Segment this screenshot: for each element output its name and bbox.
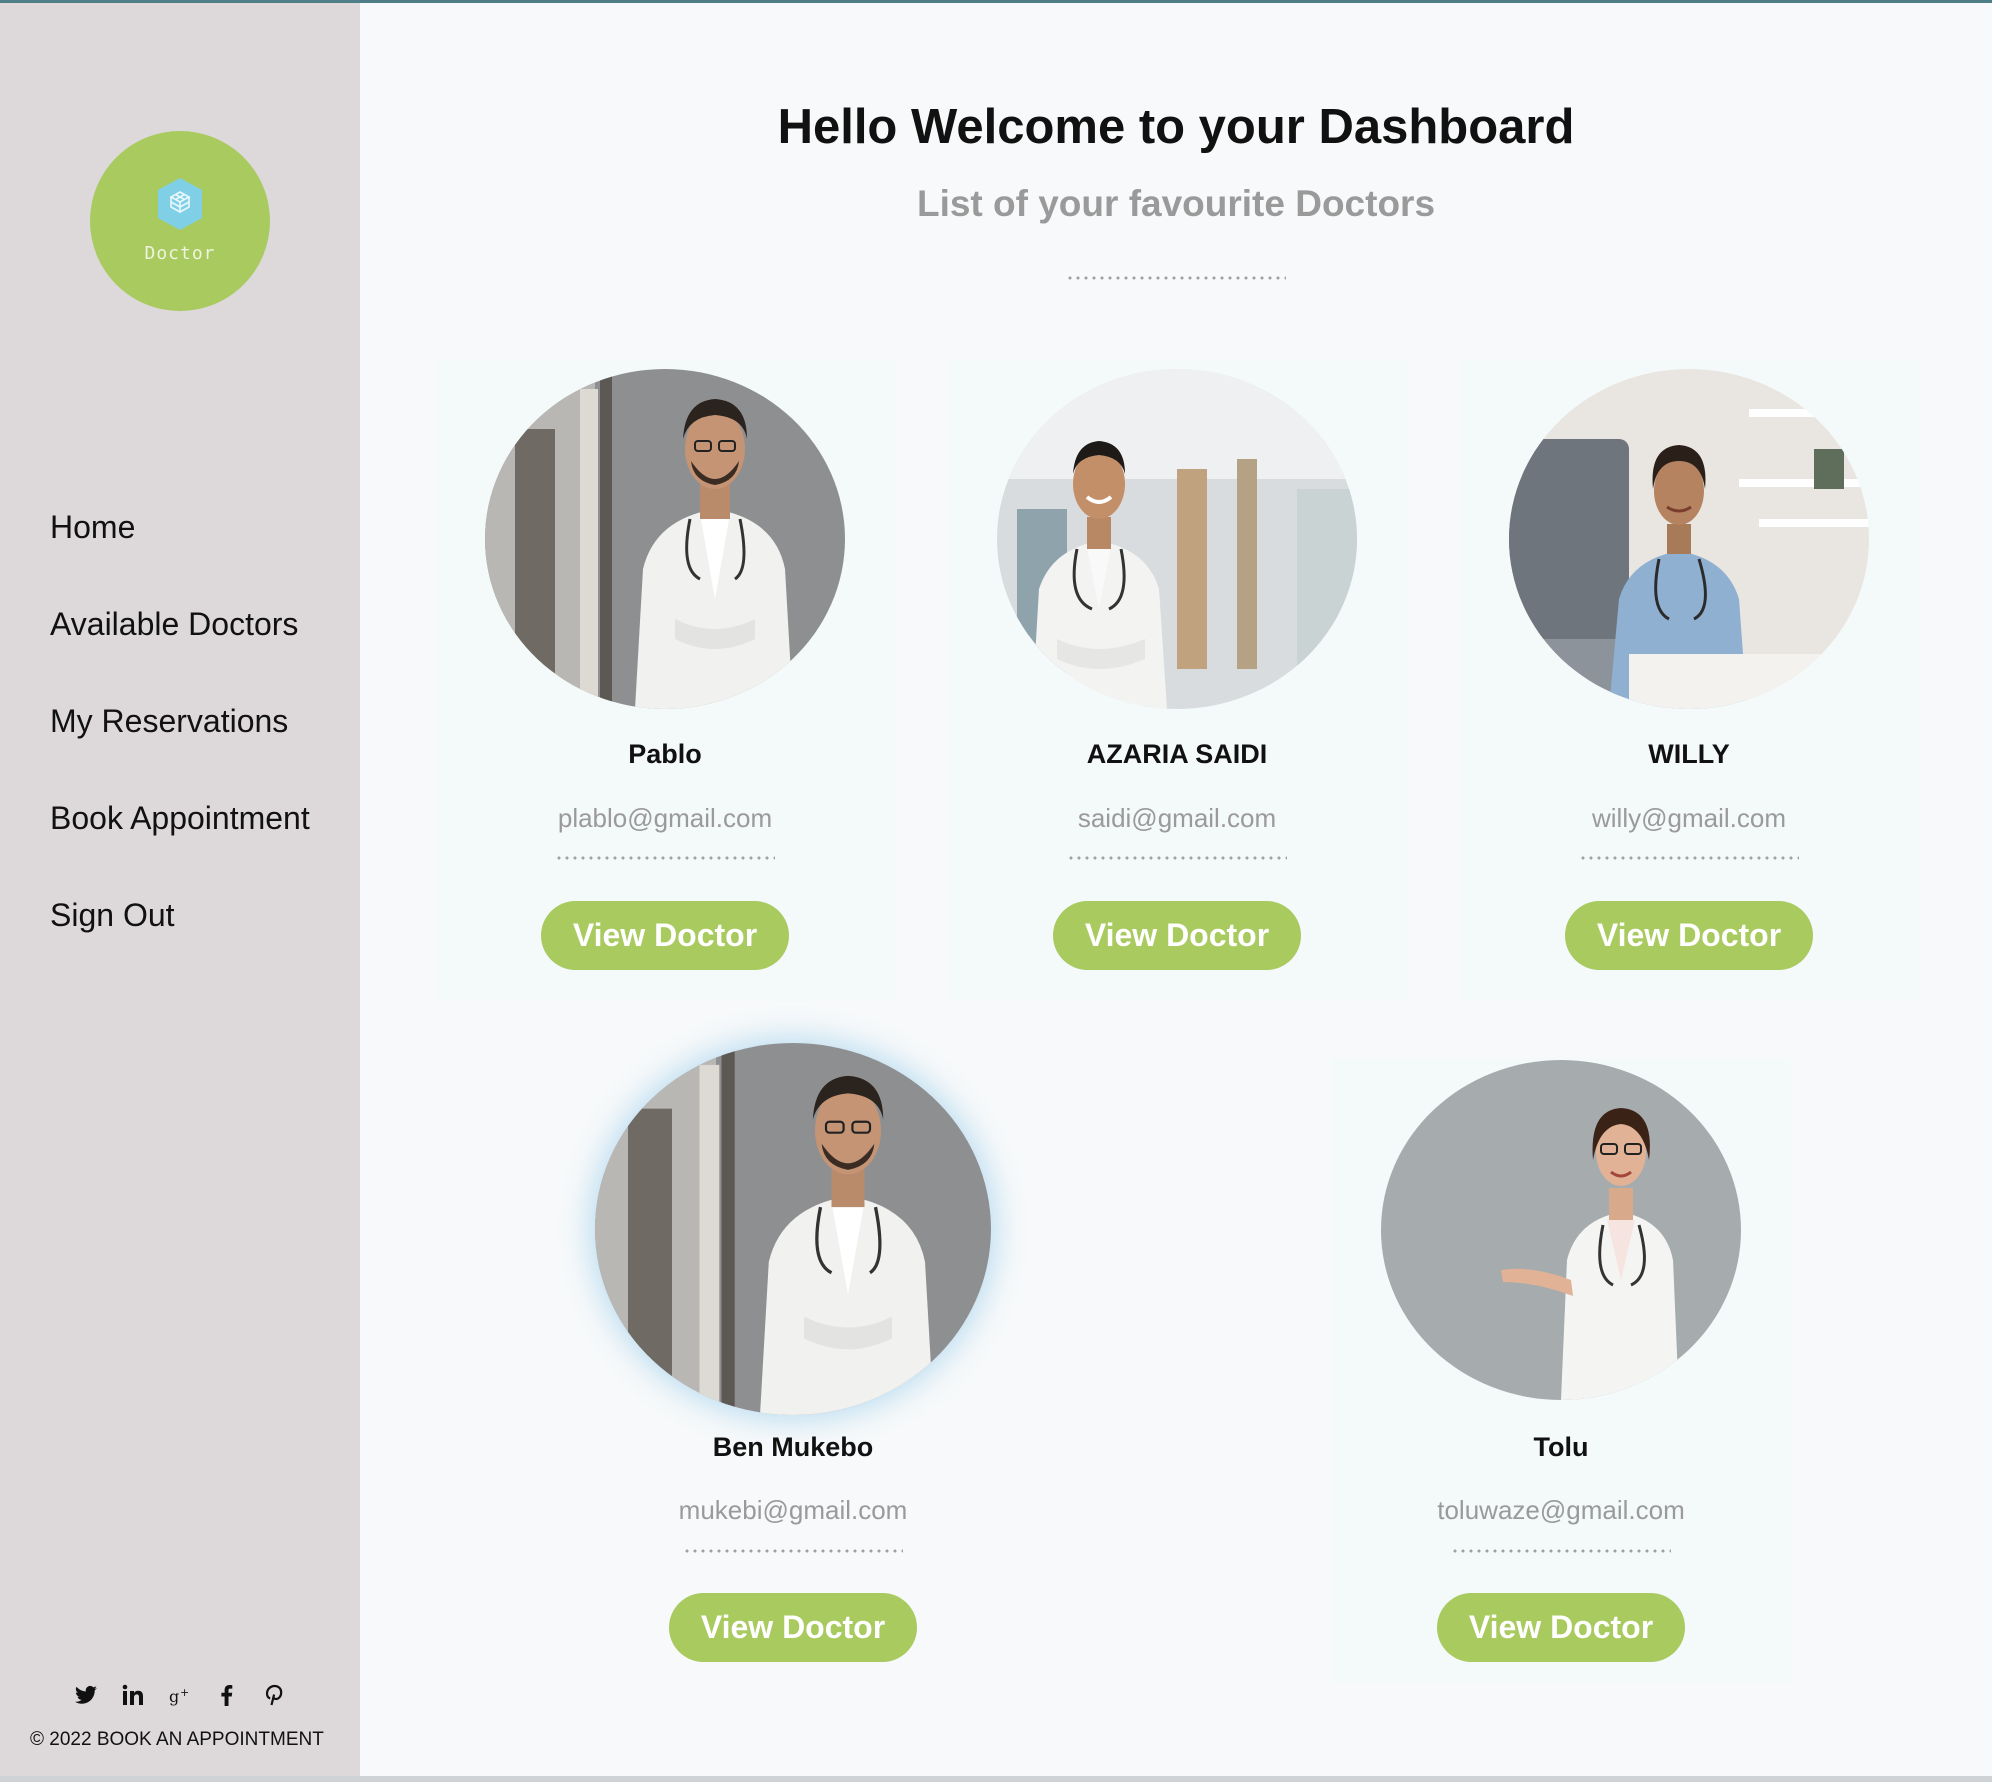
doctor-email: willy@gmail.com [1592, 803, 1786, 833]
view-doctor-button[interactable]: View Doctor [1053, 901, 1301, 970]
sidebar-item-available-doctors[interactable]: Available Doctors [50, 598, 310, 695]
doctor-email: mukebi@gmail.com [678, 1495, 908, 1525]
doctor-card: AZARIA SAIDI saidi@gmail.com View Doctor [947, 361, 1407, 1001]
doctor-card: WILLY willy@gmail.com View Doctor [1459, 361, 1919, 1001]
doctor-portrait-image [997, 369, 1357, 709]
doctor-photo[interactable] [485, 369, 845, 709]
card-divider [1579, 856, 1799, 860]
cube-icon [158, 178, 202, 230]
doctor-photo[interactable] [997, 369, 1357, 709]
doctor-email: toluwaze@gmail.com [1437, 1495, 1685, 1525]
linkedin-icon[interactable] [121, 1683, 145, 1707]
sidebar: Doctor Home Available Doctors My Reserva… [0, 3, 360, 1782]
doctor-card: Tolu toluwaze@gmail.com View Doctor [1331, 1058, 1791, 1683]
logo[interactable]: Doctor [90, 131, 270, 311]
view-doctor-button[interactable]: View Doctor [1437, 1593, 1685, 1662]
pinterest-icon[interactable] [262, 1683, 286, 1707]
doctor-card: Pablo plablo@gmail.com View Doctor [435, 361, 895, 1001]
card-divider [1451, 1549, 1671, 1553]
card-divider [1067, 856, 1287, 860]
doctor-name: Pablo [628, 739, 702, 769]
doctor-portrait-image [595, 1043, 991, 1415]
view-doctor-button[interactable]: View Doctor [669, 1593, 917, 1662]
doctor-portrait-image [1381, 1060, 1741, 1400]
doctor-name: WILLY [1648, 739, 1730, 769]
view-doctor-button[interactable]: View Doctor [541, 901, 789, 970]
title-divider [1066, 276, 1286, 280]
doctor-portrait-image [485, 369, 845, 709]
main-content: Hello Welcome to your Dashboard List of … [360, 3, 1992, 1782]
card-divider [683, 1549, 903, 1553]
view-doctor-button[interactable]: View Doctor [1565, 901, 1813, 970]
doctor-name: Ben Mukebo [712, 1432, 874, 1462]
logo-text: Doctor [144, 243, 216, 264]
doctor-photo[interactable] [1381, 1060, 1741, 1400]
page-subtitle: List of your favourite Doctors [916, 183, 1436, 224]
social-links: g + [74, 1683, 286, 1707]
doctor-email: saidi@gmail.com [1077, 803, 1277, 833]
svg-text:g: g [169, 1687, 179, 1706]
doctor-email: plablo@gmail.com [557, 803, 773, 833]
app-window: Doctor Home Available Doctors My Reserva… [0, 0, 1992, 1782]
sidebar-item-home[interactable]: Home [50, 501, 310, 598]
sidebar-item-book-appointment[interactable]: Book Appointment [50, 792, 310, 889]
sidebar-item-my-reservations[interactable]: My Reservations [50, 695, 310, 792]
doctor-name: AZARIA SAIDI [1086, 739, 1268, 769]
sidebar-item-sign-out[interactable]: Sign Out [50, 889, 310, 986]
copyright-text: © 2022 BOOK AN APPOINTMENT [30, 1729, 324, 1750]
doctor-portrait-image [1509, 369, 1869, 709]
twitter-icon[interactable] [74, 1683, 98, 1707]
doctor-photo[interactable] [1509, 369, 1869, 709]
window-bottom-edge [0, 1776, 1992, 1782]
facebook-icon[interactable] [215, 1683, 239, 1707]
google-plus-icon[interactable]: g + [168, 1683, 192, 1707]
doctor-card: Ben Mukebo mukebi@gmail.com View Doctor [563, 1040, 1023, 1680]
svg-text:+: + [180, 1686, 189, 1699]
doctor-name: Tolu [1533, 1432, 1589, 1462]
sidebar-nav: Home Available Doctors My Reservations B… [50, 501, 310, 986]
card-divider [555, 856, 775, 860]
doctor-photo[interactable] [595, 1043, 991, 1415]
page-title: Hello Welcome to your Dashboard [777, 100, 1575, 154]
